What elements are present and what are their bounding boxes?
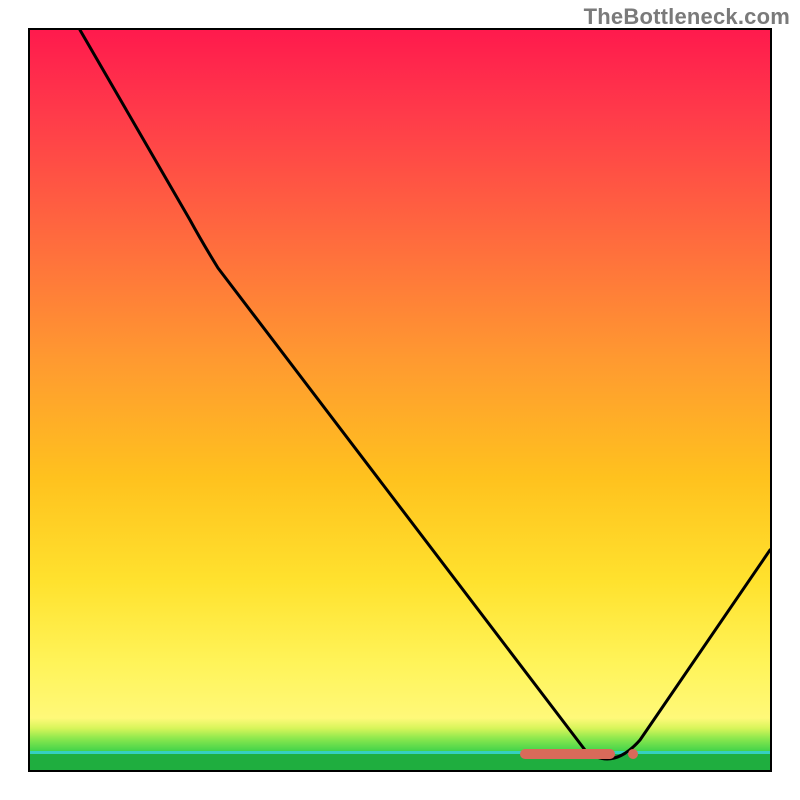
chart-container: TheBottleneck.com (0, 0, 800, 800)
optimal-range-marker (520, 749, 615, 759)
optimal-range-dot (628, 749, 638, 759)
plot-area (28, 28, 772, 772)
gradient-background (30, 30, 770, 770)
watermark-text: TheBottleneck.com (584, 4, 790, 30)
